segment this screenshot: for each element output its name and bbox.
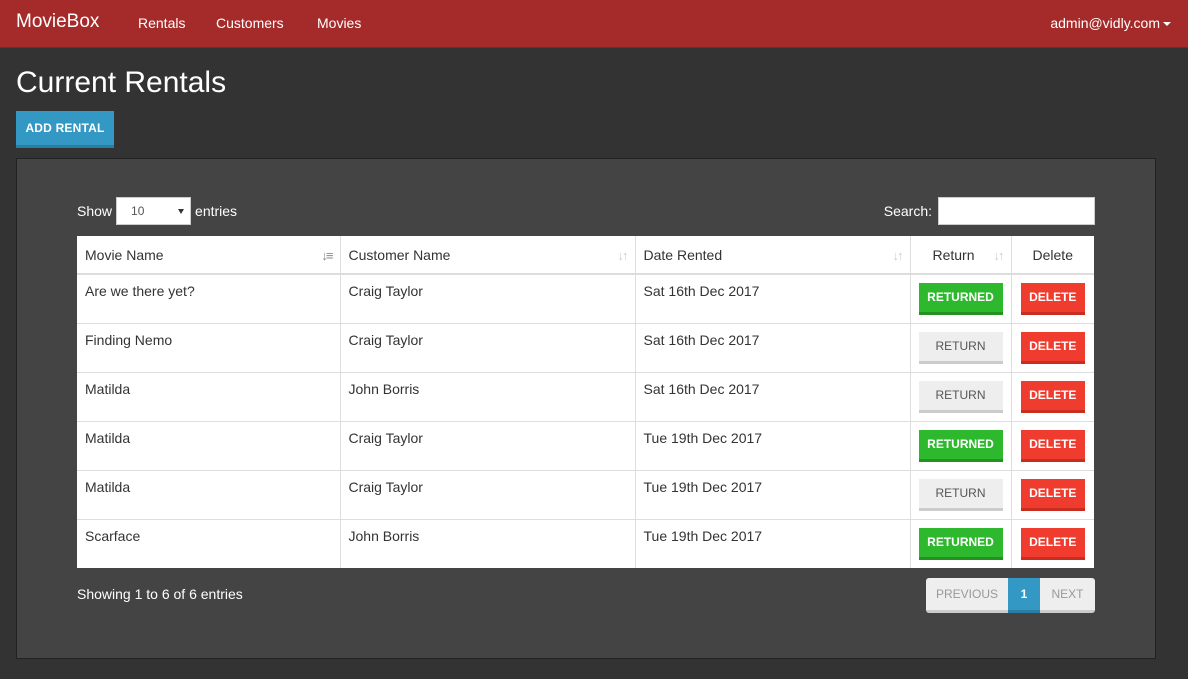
return-button[interactable]: RETURN: [918, 478, 1003, 511]
sort-alpha-asc-icon: ↓≡: [321, 248, 333, 263]
table-row: Matilda John Borris Sat 16th Dec 2017 RE…: [77, 371, 1094, 421]
cell-delete: DELETE: [1011, 518, 1094, 568]
table-row: Finding Nemo Craig Taylor Sat 16th Dec 2…: [77, 322, 1094, 372]
cell-return: RETURN: [910, 322, 1012, 372]
search-label: Search:: [883, 203, 932, 219]
returned-button[interactable]: RETURNED: [918, 527, 1003, 560]
cell-customer-name: John Borris: [340, 518, 636, 568]
caret-down-icon: [1163, 22, 1171, 27]
user-menu[interactable]: admin@vidly.com: [1050, 15, 1171, 31]
return-button[interactable]: RETURN: [918, 380, 1003, 413]
entries-length-select[interactable]: 10: [116, 197, 192, 225]
column-header-delete: Delete: [1011, 236, 1094, 275]
cell-movie-name: Finding Nemo: [77, 322, 341, 372]
column-header-customer-name[interactable]: Customer Name ↓↑: [340, 236, 636, 275]
cell-return: RETURNED: [910, 273, 1012, 323]
table-row: Matilda Craig Taylor Tue 19th Dec 2017 R…: [77, 420, 1094, 470]
cell-return: RETURNED: [910, 420, 1012, 470]
cell-movie-name: Are we there yet?: [77, 273, 341, 323]
cell-movie-name: Matilda: [77, 420, 341, 470]
table-row: Scarface John Borris Tue 19th Dec 2017 R…: [77, 518, 1094, 568]
cell-date-rented: Tue 19th Dec 2017: [635, 469, 911, 519]
cell-movie-name: Matilda: [77, 469, 341, 519]
cell-movie-name: Matilda: [77, 371, 341, 421]
table-info: Showing 1 to 6 of 6 entries: [77, 586, 243, 602]
pagination: PREVIOUS 1 NEXT: [926, 578, 1095, 613]
pagination-page-1[interactable]: 1: [1008, 578, 1040, 613]
nav-link-customers[interactable]: Customers: [216, 15, 284, 31]
table-body: Are we there yet? Craig Taylor Sat 16th …: [77, 273, 1094, 568]
column-label: Date Rented: [643, 246, 723, 263]
cell-delete: DELETE: [1011, 420, 1094, 470]
entries-label: entries: [195, 203, 238, 219]
rentals-table: Movie Name ↓≡ Customer Name ↓↑ Date Rent…: [77, 236, 1094, 568]
user-email: admin@vidly.com: [1050, 15, 1160, 31]
select-arrow-icon: [178, 209, 185, 214]
cell-date-rented: Tue 19th Dec 2017: [635, 518, 911, 568]
pagination-previous-button[interactable]: PREVIOUS: [926, 578, 1008, 613]
cell-return: RETURN: [910, 469, 1012, 519]
delete-button[interactable]: DELETE: [1020, 380, 1085, 413]
page-title: Current Rentals: [16, 66, 227, 99]
column-label: Delete: [1032, 246, 1073, 263]
length-control: Show 10 entries: [77, 197, 237, 225]
column-header-return[interactable]: Return ↓↑: [910, 236, 1012, 275]
cell-customer-name: Craig Taylor: [340, 469, 636, 519]
return-button[interactable]: RETURN: [918, 331, 1003, 364]
table-row: Are we there yet? Craig Taylor Sat 16th …: [77, 273, 1094, 323]
table-header-row: Movie Name ↓≡ Customer Name ↓↑ Date Rent…: [77, 236, 1094, 275]
length-value: 10: [131, 204, 145, 218]
column-label: Customer Name: [348, 246, 451, 263]
delete-button[interactable]: DELETE: [1020, 331, 1085, 364]
returned-button[interactable]: RETURNED: [918, 429, 1003, 462]
show-label: Show: [77, 203, 113, 219]
cell-delete: DELETE: [1011, 371, 1094, 421]
cell-customer-name: Craig Taylor: [340, 420, 636, 470]
cell-customer-name: John Borris: [340, 371, 636, 421]
delete-button[interactable]: DELETE: [1020, 478, 1085, 511]
column-label: Movie Name: [85, 246, 164, 263]
cell-delete: DELETE: [1011, 273, 1094, 323]
navbar: MovieBox Rentals Customers Movies admin@…: [0, 0, 1188, 48]
column-label: Return: [932, 246, 975, 263]
returned-button[interactable]: RETURNED: [918, 283, 1003, 315]
cell-delete: DELETE: [1011, 469, 1094, 519]
delete-button[interactable]: DELETE: [1020, 429, 1085, 462]
column-header-movie-name[interactable]: Movie Name ↓≡: [77, 236, 341, 275]
cell-movie-name: Scarface: [77, 518, 341, 568]
sort-both-icon: ↓↑: [617, 248, 629, 263]
add-rental-button[interactable]: ADD RENTAL: [16, 111, 114, 148]
nav-link-rentals[interactable]: Rentals: [138, 15, 185, 31]
column-header-date-rented[interactable]: Date Rented ↓↑: [635, 236, 911, 275]
search-control: Search:: [884, 197, 1095, 225]
sort-both-icon: ↓↑: [993, 248, 1005, 263]
pagination-next-button[interactable]: NEXT: [1040, 578, 1095, 613]
delete-button[interactable]: DELETE: [1020, 283, 1085, 315]
cell-delete: DELETE: [1011, 322, 1094, 372]
cell-customer-name: Craig Taylor: [340, 322, 636, 372]
rentals-table-wrap: Movie Name ↓≡ Customer Name ↓↑ Date Rent…: [77, 236, 1094, 568]
cell-return: RETURN: [910, 371, 1012, 421]
search-input[interactable]: [938, 197, 1095, 225]
cell-date-rented: Sat 16th Dec 2017: [635, 322, 911, 372]
table-row: Matilda Craig Taylor Tue 19th Dec 2017 R…: [77, 469, 1094, 519]
nav-link-movies[interactable]: Movies: [317, 15, 361, 31]
delete-button[interactable]: DELETE: [1020, 527, 1085, 560]
brand-logo[interactable]: MovieBox: [16, 11, 99, 33]
sort-both-icon: ↓↑: [892, 248, 904, 263]
cell-return: RETURNED: [910, 518, 1012, 568]
cell-date-rented: Tue 19th Dec 2017: [635, 420, 911, 470]
cell-date-rented: Sat 16th Dec 2017: [635, 371, 911, 421]
cell-customer-name: Craig Taylor: [340, 273, 636, 323]
rentals-panel: Show 10 entries Search: Movie Name ↓≡ Cu…: [16, 158, 1156, 659]
cell-date-rented: Sat 16th Dec 2017: [635, 273, 911, 323]
